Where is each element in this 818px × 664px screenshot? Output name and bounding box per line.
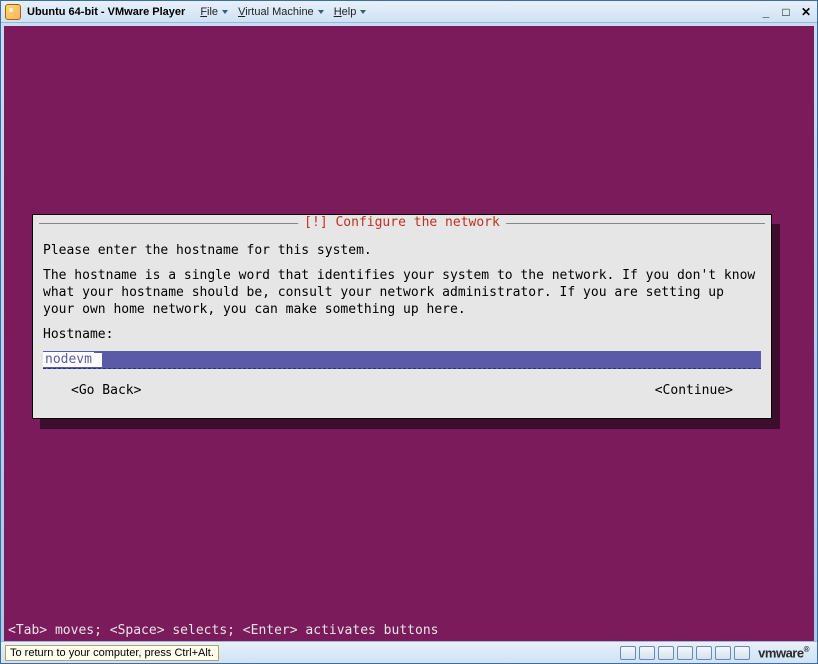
- dialog-header: [!] Configure the network: [33, 215, 771, 231]
- status-hint: To return to your computer, press Ctrl+A…: [5, 645, 219, 661]
- menu-file[interactable]: File: [197, 6, 231, 18]
- installer-footer-hint: <Tab> moves; <Space> selects; <Enter> ac…: [4, 622, 814, 641]
- menu-help[interactable]: Help: [331, 6, 370, 18]
- dialog-body: Please enter the hostname for this syste…: [33, 231, 771, 418]
- window-controls: _ □ ✕: [759, 5, 813, 19]
- dialog-title: [!] Configure the network: [298, 215, 506, 230]
- usb-icon[interactable]: [696, 646, 712, 660]
- vmware-app-icon: [5, 4, 21, 20]
- menu-bar: File Virtual Machine Help: [197, 6, 369, 18]
- vmware-window: Ubuntu 64-bit - VMware Player File Virtu…: [0, 0, 818, 664]
- printer-icon[interactable]: [734, 646, 750, 660]
- maximize-button[interactable]: □: [779, 5, 793, 19]
- network-icon[interactable]: [677, 646, 693, 660]
- dialog-intro: Please enter the hostname for this syste…: [43, 243, 761, 260]
- close-button[interactable]: ✕: [799, 5, 813, 19]
- hostname-input[interactable]: nodevm: [43, 351, 761, 369]
- hostname-value: nodevm: [43, 352, 94, 367]
- vm-screen: [!] Configure the network Please enter t…: [4, 26, 814, 641]
- dialog-explain: The hostname is a single word that ident…: [43, 268, 761, 319]
- cd-icon[interactable]: [639, 646, 655, 660]
- floppy-icon[interactable]: [658, 646, 674, 660]
- titlebar: Ubuntu 64-bit - VMware Player File Virtu…: [1, 1, 817, 23]
- dialog-nav: <Go Back> <Continue>: [43, 369, 761, 408]
- continue-button[interactable]: <Continue>: [655, 383, 733, 398]
- menu-virtual-machine[interactable]: Virtual Machine: [235, 6, 327, 18]
- status-icons: [620, 646, 750, 660]
- minimize-button[interactable]: _: [759, 5, 773, 19]
- go-back-button[interactable]: <Go Back>: [71, 383, 141, 398]
- statusbar: To return to your computer, press Ctrl+A…: [1, 641, 817, 663]
- installer-dialog: [!] Configure the network Please enter t…: [32, 214, 772, 419]
- window-title: Ubuntu 64-bit - VMware Player: [27, 6, 185, 18]
- hdd-icon[interactable]: [620, 646, 636, 660]
- vmware-logo: vmware®: [758, 645, 809, 660]
- text-cursor: [94, 353, 102, 367]
- hostname-label: Hostname:: [43, 327, 761, 344]
- sound-icon[interactable]: [715, 646, 731, 660]
